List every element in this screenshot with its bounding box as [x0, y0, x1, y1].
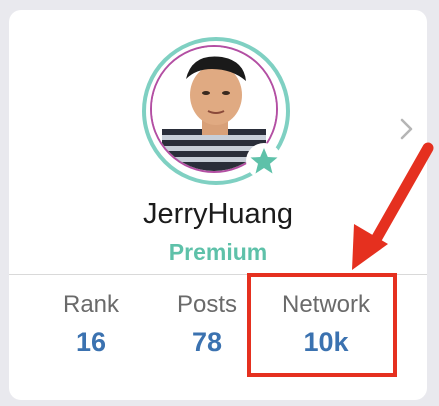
stat-label: Posts — [176, 291, 238, 318]
stat-rank[interactable]: Rank 16 — [51, 290, 131, 360]
annotation-arrow-icon — [352, 142, 434, 270]
premium-star-badge — [246, 143, 282, 179]
stat-posts[interactable]: Posts 78 — [167, 290, 247, 360]
star-icon — [250, 148, 278, 174]
annotation-highlight-box — [247, 273, 397, 377]
stat-value: 16 — [75, 327, 107, 357]
stat-label: Rank — [62, 291, 120, 318]
chevron-right-icon[interactable] — [399, 117, 415, 141]
stat-value: 78 — [191, 327, 223, 357]
avatar[interactable] — [142, 37, 290, 185]
